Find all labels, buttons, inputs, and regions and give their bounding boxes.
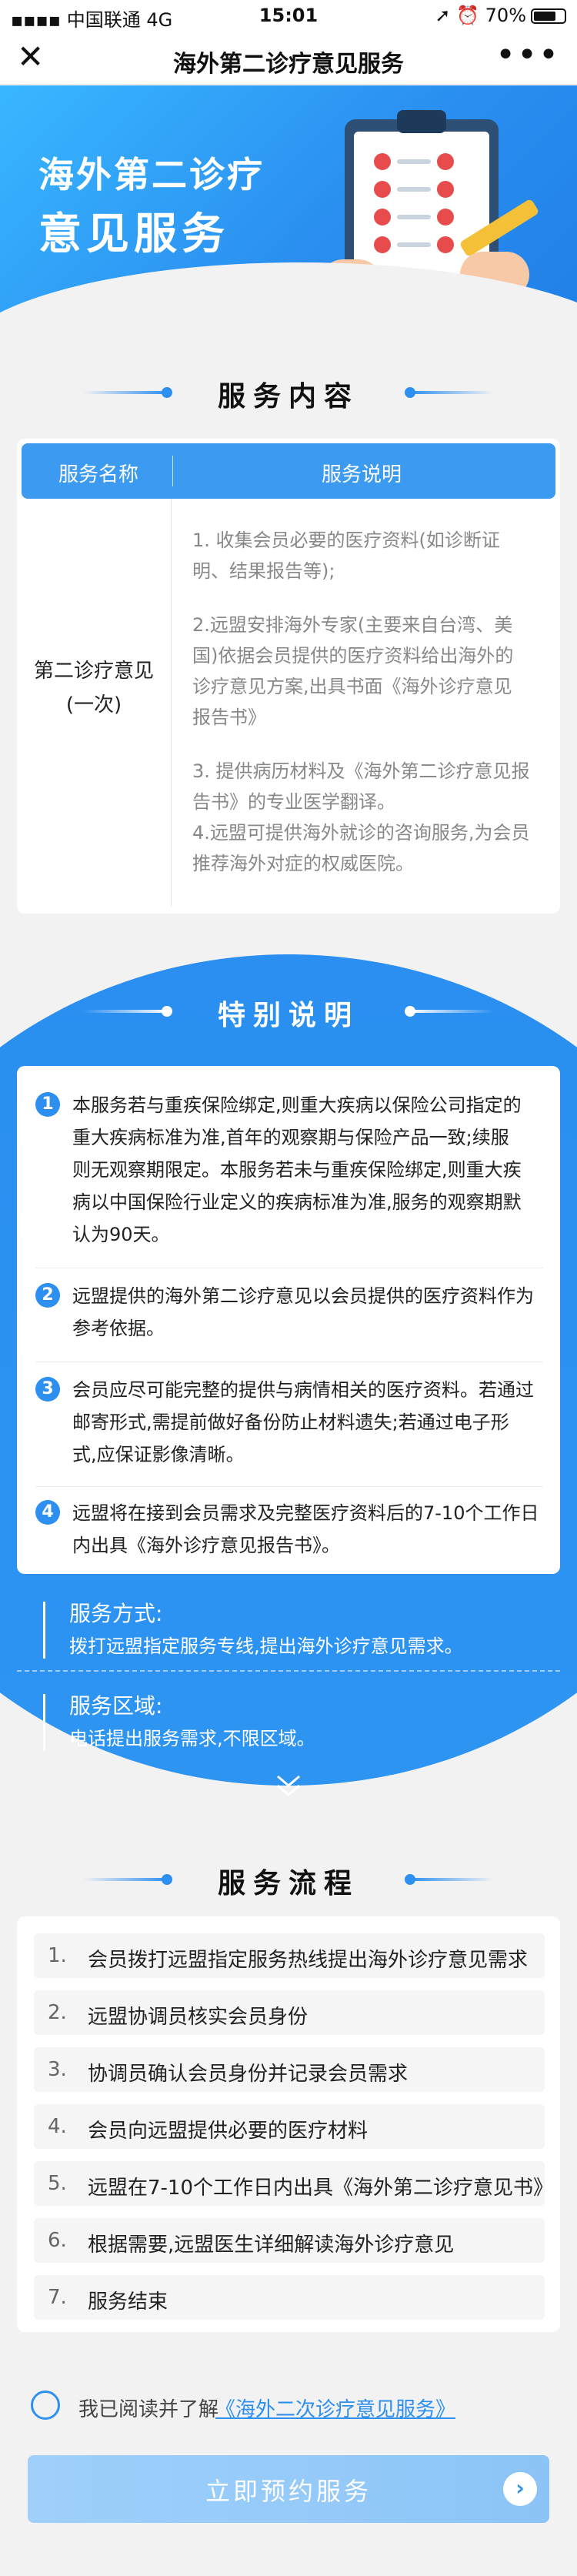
desc-line: 告书》的专业医学翻译。 (192, 791, 395, 813)
location-icon: ➚ (435, 5, 451, 26)
more-icon[interactable]: ••• (495, 35, 560, 75)
service-name-cell: 第二诊疗意见 (一次) (33, 660, 154, 717)
process-step: 4. 会员向远盟提供必要的医疗材料 (34, 2104, 545, 2149)
process-step: 6. 根据需要,远盟医生详细解读海外诊疗意见 (34, 2218, 545, 2263)
banner-title-line1: 海外第二诊疗 (38, 154, 265, 195)
book-service-button[interactable]: 立即预约服务 › (28, 2455, 549, 2523)
status-bar: ▪▪▪▪ 中国联通 4G 15:01 ➚ ⏰ 70% (0, 0, 577, 31)
note-number: 1 (35, 1092, 60, 1117)
service-area-value: 电话提出服务需求,不限区域。 (69, 1728, 315, 1749)
desc-line: 明、结果报告等); (192, 560, 335, 582)
desc-line: 3. 提供病历材料及《海外第二诊疗意见报 (192, 760, 530, 782)
service-content-table: 服务名称 服务说明 第二诊疗意见 (一次) 1. 收集会员必要的医疗资料(如诊断… (17, 439, 560, 914)
table-header: 服务名称 服务说明 (22, 443, 555, 499)
title-deco-right (405, 1874, 494, 1885)
col-service-name: 服务名称 (58, 463, 139, 486)
alarm-icon: ⏰ (456, 5, 480, 26)
service-method-label: 服务方式: (69, 1601, 163, 1626)
desc-line: 4.远盟可提供海外就诊的咨询服务,为会员 (192, 822, 530, 844)
process-steps-card: 1. 会员拨打远盟指定服务热线提出海外诊疗意见需求 2. 远盟协调员核实会员身份 3… (17, 1916, 560, 2332)
note-number: 2 (35, 1283, 60, 1308)
section-title-special-notes: 特别说明 (217, 1000, 359, 1031)
title-deco-right (405, 387, 494, 398)
desc-line: 报告书》 (192, 707, 266, 728)
battery-icon (531, 8, 566, 24)
service-area-label: 服务区域: (69, 1693, 163, 1719)
agree-checkbox[interactable] (31, 2391, 60, 2420)
title-deco-right (405, 1006, 494, 1017)
desc-line: 国)依据会员提供的医疗资料给出海外的 (192, 645, 514, 667)
chevron-down-icon[interactable] (273, 1770, 304, 1801)
agreement-link[interactable]: 《海外二次诊疗意见服务》 (215, 2394, 455, 2422)
note-number: 3 (35, 1377, 60, 1402)
status-right: ➚ ⏰ 70% (435, 5, 566, 26)
process-step: 1. 会员拨打远盟指定服务热线提出海外诊疗意见需求 (34, 1933, 545, 1978)
agreement-row: 我已阅读并了解 《海外二次诊疗意见服务》 (31, 2389, 554, 2423)
process-step: 5. 远盟在7-10个工作日内出具《海外第二诊疗意见书》 (34, 2161, 553, 2206)
arrow-right-icon: › (503, 2472, 537, 2506)
note-number: 4 (35, 1500, 60, 1525)
book-service-label: 立即预约服务 (205, 2477, 372, 2506)
process-step: 7. 服务结束 (34, 2275, 545, 2320)
section-title-service-content: 服务内容 (217, 381, 359, 413)
agree-text: 我已阅读并了解 (78, 2398, 219, 2421)
process-step: 2. 远盟协调员核实会员身份 (34, 1990, 545, 2035)
special-notes-card: 1 本服务若与重疾保险绑定,则重大疾病以保险公司指定的 重大疾病标准为准,首年的… (17, 1066, 560, 1574)
banner-title-line2: 意见服务 (38, 209, 229, 259)
section-title-process: 服务流程 (217, 1868, 359, 1899)
process-step: 3. 协调员确认会员身份并记录会员需求 (34, 2047, 545, 2092)
col-service-desc: 服务说明 (322, 463, 402, 486)
page-title: 海外第二诊疗意见服务 (173, 51, 404, 78)
divider (17, 1670, 560, 1672)
desc-line: 2.远盟安排海外专家(主要来自台湾、美 (192, 614, 513, 636)
desc-line: 诊疗意见方案,出具书面《海外诊疗意见 (192, 676, 512, 697)
service-method-value: 拨打远盟指定服务专线,提出海外诊疗意见需求。 (69, 1635, 463, 1657)
desc-line: 推荐海外对症的权威医院。 (192, 853, 414, 874)
hero-banner: 海外第二诊疗 意见服务 (0, 85, 577, 351)
desc-line: 1. 收集会员必要的医疗资料(如诊断证 (192, 530, 500, 551)
nav-bar: ✕ 海外第二诊疗意见服务 ••• (0, 31, 577, 85)
